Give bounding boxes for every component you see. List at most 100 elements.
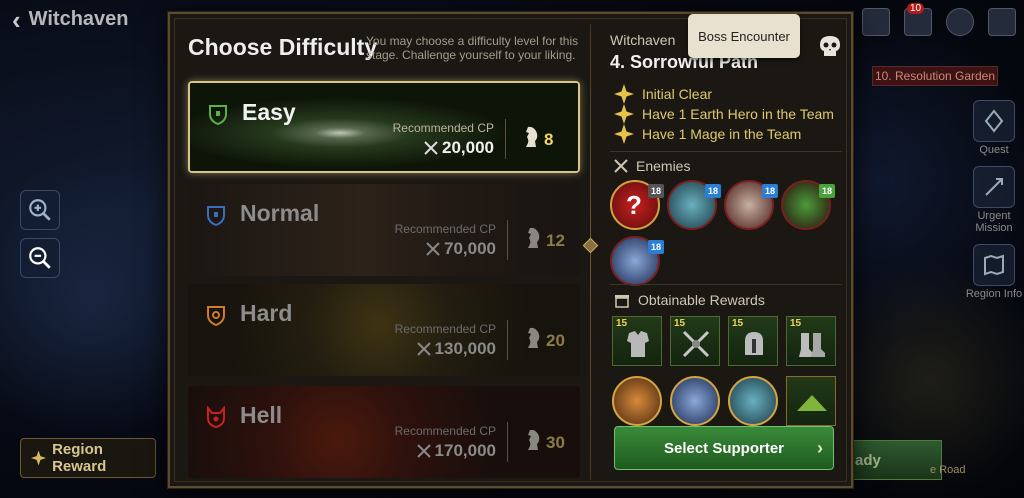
zoom-out-button[interactable] <box>20 238 60 278</box>
knight-icon <box>528 429 540 450</box>
difficulty-card-hell[interactable]: Hell Recommended CP 170,000 30 <box>188 386 580 478</box>
rewards-icon <box>615 295 629 308</box>
select-supporter-label: Select Supporter <box>663 439 785 457</box>
recommended-cp-label: Recommended CP <box>394 322 496 336</box>
zoom-in-button[interactable] <box>20 190 60 230</box>
reward-hero-portrait[interactable] <box>670 376 720 426</box>
weapon-icon <box>682 330 710 358</box>
shield-icon <box>209 105 227 125</box>
enemy-level-badge: 18 <box>648 240 664 254</box>
recommended-cp-label: Recommended CP <box>392 121 494 135</box>
side-menu-urgent-mission[interactable]: Urgent Mission <box>964 166 1024 234</box>
mission-item: Initial Clear <box>614 84 712 104</box>
reward-hero-portrait[interactable] <box>728 376 778 426</box>
zoom-in-icon <box>29 199 51 221</box>
stage-region: Witchaven <box>610 32 676 48</box>
mail-badge: 10 <box>907 3 925 14</box>
reward-level: 15 <box>616 318 628 329</box>
difficulty-name: Hell <box>240 402 283 428</box>
chevron-left-icon: ‹ <box>12 4 21 35</box>
reward-level: 15 <box>674 318 686 329</box>
reward-hero-portrait[interactable] <box>612 376 662 426</box>
skull-icon[interactable] <box>818 34 842 60</box>
ready-button[interactable]: ady <box>852 440 942 480</box>
material-icon <box>797 395 827 411</box>
difficulty-name: Normal <box>240 200 320 226</box>
mission-text: Have 1 Mage in the Team <box>642 126 802 142</box>
back-button[interactable]: ‹ Witchaven <box>12 4 129 35</box>
enemies-header: Enemies <box>614 158 690 174</box>
reward-level: 15 <box>732 318 744 329</box>
shield-icon <box>207 306 225 326</box>
rewards-label: Obtainable Rewards <box>638 292 765 308</box>
difficulty-name: Easy <box>242 99 296 125</box>
section-divider <box>610 151 842 152</box>
cp-value: 70,000 <box>426 239 496 259</box>
top-right-menu: 10 <box>862 3 1016 36</box>
helmet-icon <box>745 332 763 355</box>
cp-number: 20,000 <box>442 138 494 157</box>
mission-text: Have 1 Earth Hero in the Team <box>642 106 834 122</box>
level-value: 20 <box>546 331 565 350</box>
armor-icon <box>627 331 649 357</box>
team-icon[interactable] <box>862 8 890 36</box>
select-supporter-button[interactable]: Select Supporter › <box>614 426 834 470</box>
crossed-swords-icon <box>426 242 440 256</box>
crossed-swords-icon <box>416 444 431 458</box>
recommended-cp-label: Recommended CP <box>394 424 496 438</box>
reward-item[interactable] <box>786 376 836 426</box>
side-menu-label: Quest <box>979 144 1009 156</box>
separator <box>507 320 508 360</box>
divider-ornament <box>582 237 599 254</box>
grid-menu-icon[interactable] <box>988 8 1016 36</box>
region-name-label: 10. Resolution Garden <box>872 66 998 86</box>
mission-text: Initial Clear <box>642 86 713 102</box>
urgent-mission-icon <box>973 166 1015 208</box>
side-menu-label: Region Info <box>965 288 1023 300</box>
crossed-swords-icon <box>614 159 628 173</box>
star-icon <box>614 104 634 124</box>
crossed-swords-icon <box>424 141 438 155</box>
difficulty-card-easy[interactable]: Easy Recommended CP 20,000 8 <box>188 81 580 173</box>
star-icon <box>614 84 634 104</box>
separator <box>505 119 506 159</box>
crossed-swords-icon <box>416 342 431 356</box>
side-menu-quest[interactable]: Quest <box>973 100 1015 156</box>
road-label: e Road <box>930 464 966 476</box>
zoom-out-icon <box>29 247 51 269</box>
cp-value: 130,000 <box>416 339 496 359</box>
reward-item[interactable]: 15 <box>728 316 778 366</box>
reward-item[interactable]: 15 <box>670 316 720 366</box>
cp-value: 170,000 <box>416 441 496 461</box>
level-value: 12 <box>546 231 565 250</box>
side-menu: Quest Urgent Mission Region Info <box>964 100 1024 300</box>
dialog-subtitle: You may choose a difficulty level for th… <box>366 34 579 62</box>
difficulty-card-hard[interactable]: Hard Recommended CP 130,000 20 <box>188 284 580 376</box>
star-icon <box>31 450 47 466</box>
cp-number: 170,000 <box>434 441 496 460</box>
separator <box>507 220 508 260</box>
quest-icon <box>973 100 1015 142</box>
side-menu-region-info[interactable]: Region Info <box>966 244 1022 300</box>
level-value: 8 <box>544 130 554 149</box>
reward-item[interactable]: 15 <box>612 316 662 366</box>
enemy-level-badge: 18 <box>819 184 835 198</box>
difficulty-card-normal[interactable]: Normal Recommended CP 70,000 12 <box>188 184 580 276</box>
enemy-level-badge: 18 <box>705 184 721 198</box>
cp-number: 130,000 <box>434 339 496 358</box>
chat-icon[interactable] <box>946 8 974 36</box>
recommended-cp-label: Recommended CP <box>394 222 496 236</box>
star-icon <box>614 124 634 144</box>
dialog-title: Choose Difficulty <box>188 34 378 60</box>
knight-icon <box>528 227 540 248</box>
ready-label: ady <box>855 451 881 469</box>
mail-icon[interactable]: 10 <box>904 3 932 36</box>
cp-value: 20,000 <box>424 138 494 158</box>
enemy-level-badge: 18 <box>762 184 778 198</box>
section-divider <box>610 284 842 285</box>
level-value: 30 <box>546 433 565 452</box>
enemies-label: Enemies <box>636 158 691 174</box>
reward-item[interactable]: 15 <box>786 316 836 366</box>
back-label: Witchaven <box>28 8 129 30</box>
region-reward-button[interactable]: Region Reward <box>20 438 156 478</box>
